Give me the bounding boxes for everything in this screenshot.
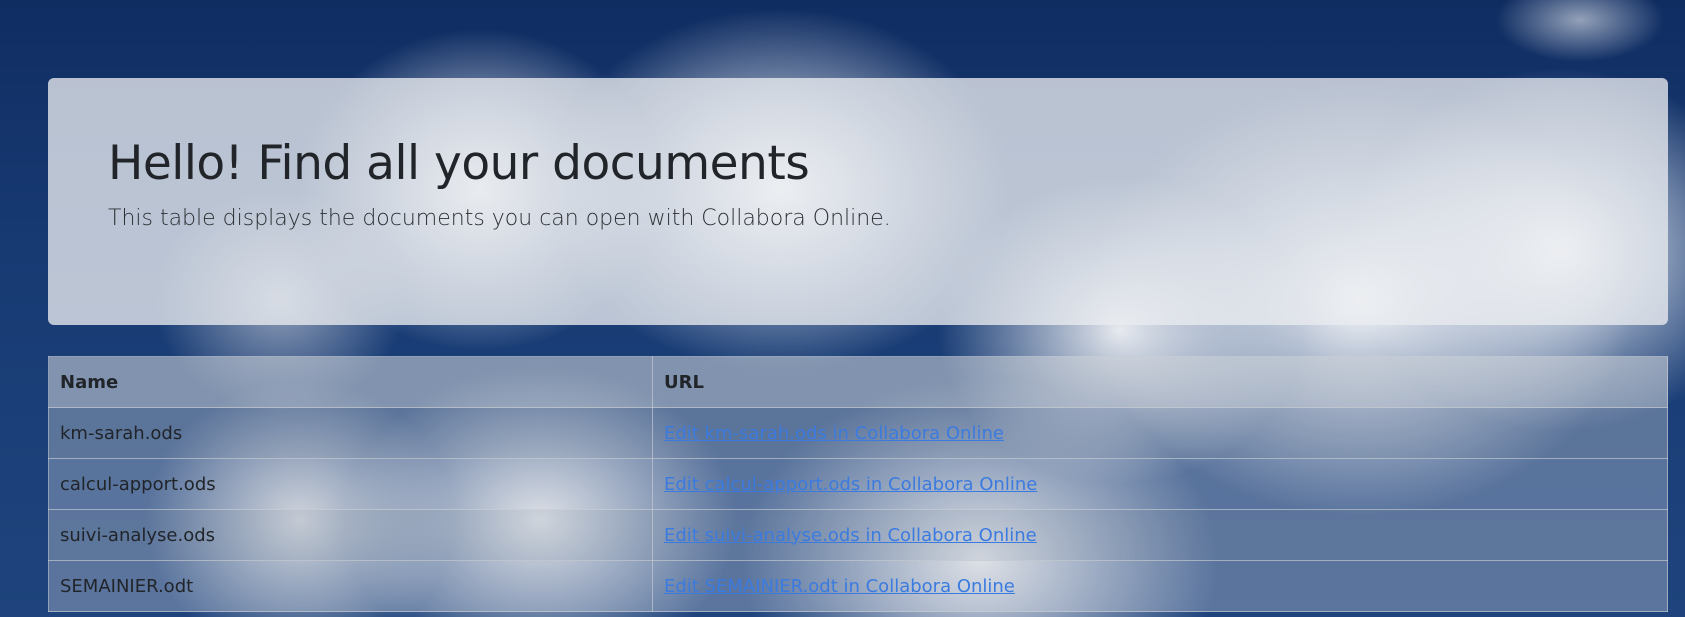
document-url-cell: Edit km-sarah.ods in Collabora Online — [652, 407, 1668, 459]
edit-document-link[interactable]: Edit calcul-apport.ods in Collabora Onli… — [664, 474, 1037, 495]
document-name: km-sarah.ods — [48, 407, 653, 459]
table-row: suivi-analyse.ods Edit suivi-analyse.ods… — [48, 509, 1668, 561]
column-header-name: Name — [48, 356, 653, 408]
page-title: Hello! Find all your documents — [108, 136, 810, 191]
document-url-cell: Edit SEMAINIER.odt in Collabora Online — [652, 560, 1668, 612]
document-name: SEMAINIER.odt — [48, 560, 653, 612]
document-name: calcul-apport.ods — [48, 458, 653, 510]
table-row: km-sarah.ods Edit km-sarah.ods in Collab… — [48, 407, 1668, 459]
page-subtitle: This table displays the documents you ca… — [108, 206, 891, 231]
edit-document-link[interactable]: Edit suivi-analyse.ods in Collabora Onli… — [664, 525, 1037, 546]
edit-document-link[interactable]: Edit SEMAINIER.odt in Collabora Online — [664, 576, 1015, 597]
documents-table: Name URL km-sarah.ods Edit km-sarah.ods … — [48, 356, 1668, 612]
document-url-cell: Edit suivi-analyse.ods in Collabora Onli… — [652, 509, 1668, 561]
column-header-url: URL — [652, 356, 1668, 408]
edit-document-link[interactable]: Edit km-sarah.ods in Collabora Online — [664, 423, 1004, 444]
document-url-cell: Edit calcul-apport.ods in Collabora Onli… — [652, 458, 1668, 510]
header-panel: Hello! Find all your documents This tabl… — [48, 78, 1668, 325]
document-name: suivi-analyse.ods — [48, 509, 653, 561]
table-header-row: Name URL — [48, 356, 1668, 408]
table-row: calcul-apport.ods Edit calcul-apport.ods… — [48, 458, 1668, 510]
table-row: SEMAINIER.odt Edit SEMAINIER.odt in Coll… — [48, 560, 1668, 612]
